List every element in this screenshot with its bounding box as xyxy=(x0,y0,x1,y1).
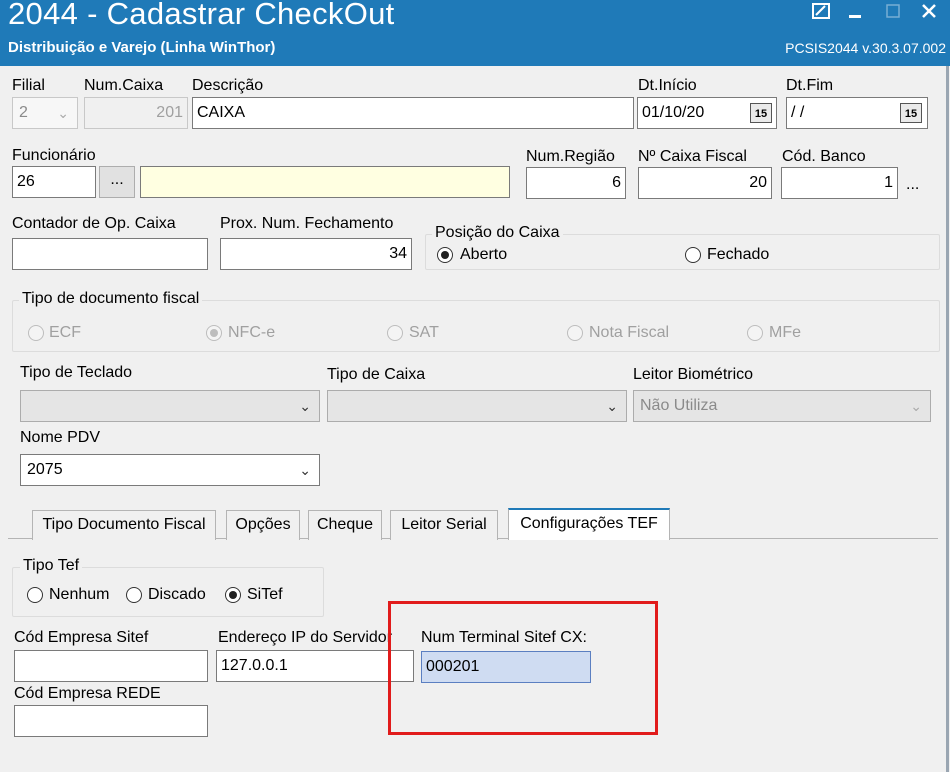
cod-empresa-sitef-label: Cód Empresa Sitef xyxy=(14,629,149,646)
discado-label[interactable]: Discado xyxy=(148,586,206,604)
num-regiao-label: Num.Região xyxy=(526,148,615,165)
dt-inicio-label: Dt.Início xyxy=(638,77,697,94)
aberto-radio[interactable] xyxy=(437,247,453,263)
chevron-down-icon: ⌄ xyxy=(910,398,922,414)
prox-num-fechamento-label: Prox. Num. Fechamento xyxy=(220,215,394,232)
num-caixa-field: 201 xyxy=(84,97,188,129)
endereco-ip-label: Endereço IP do Servidor xyxy=(218,629,393,646)
descricao-label: Descrição xyxy=(192,77,264,94)
fechado-label[interactable]: Fechado xyxy=(707,246,769,264)
funcionario-search-button[interactable]: ... xyxy=(99,166,135,198)
mfe-radio xyxy=(747,325,763,341)
tab-opcoes[interactable]: Opções xyxy=(226,510,300,540)
cod-empresa-rede-label: Cód Empresa REDE xyxy=(14,685,161,702)
calendar-icon[interactable]: 15 xyxy=(900,103,922,123)
tipo-teclado-label: Tipo de Teclado xyxy=(20,364,133,381)
tipo-caixa-select[interactable]: ⌄ xyxy=(327,390,627,422)
chevron-down-icon: ⌄ xyxy=(57,105,69,121)
num-regiao-field[interactable]: 6 xyxy=(526,167,626,199)
num-caixa-fiscal-field[interactable]: 20 xyxy=(638,167,772,199)
leitor-biometrico-value: Não Utiliza xyxy=(640,397,718,414)
nfce-label: NFC-e xyxy=(228,324,276,341)
prox-num-fechamento-field[interactable]: 34 xyxy=(220,238,412,270)
filial-value: 2 xyxy=(19,104,28,121)
dt-fim-value: / / xyxy=(791,104,805,121)
nfce-radio xyxy=(206,325,222,341)
sitef-radio[interactable] xyxy=(225,587,241,603)
cod-empresa-sitef-field[interactable] xyxy=(14,650,208,682)
descricao-field[interactable]: CAIXA xyxy=(192,97,634,129)
tipo-teclado-select[interactable]: ⌄ xyxy=(20,390,320,422)
maximize-icon xyxy=(880,2,906,24)
cod-banco-search-button[interactable]: ... xyxy=(906,176,919,194)
funcionario-name-field xyxy=(140,166,510,198)
minimize-icon[interactable] xyxy=(842,2,868,24)
nota-fiscal-radio xyxy=(567,325,583,341)
nenhum-radio[interactable] xyxy=(27,587,43,603)
dt-inicio-value: 01/10/20 xyxy=(642,104,705,121)
num-caixa-label: Num.Caixa xyxy=(84,77,164,94)
leitor-biometrico-label: Leitor Biométrico xyxy=(633,366,754,383)
cod-banco-field[interactable]: 1 xyxy=(781,167,898,199)
tipo-doc-fiscal-title: Tipo de documento fiscal xyxy=(19,290,203,308)
highlight-box xyxy=(388,601,658,735)
sat-label: SAT xyxy=(409,324,439,341)
tab-leitor-serial[interactable]: Leitor Serial xyxy=(390,510,498,540)
tab-tipo-documento-fiscal[interactable]: Tipo Documento Fiscal xyxy=(32,510,216,540)
nenhum-label[interactable]: Nenhum xyxy=(49,586,109,604)
tab-cheque[interactable]: Cheque xyxy=(308,510,382,540)
cod-empresa-rede-field[interactable] xyxy=(14,705,208,737)
ecf-radio xyxy=(28,325,44,341)
version-label: PCSIS2044 v.30.3.07.002 xyxy=(785,40,946,56)
leitor-biometrico-select: Não Utiliza ⌄ xyxy=(633,390,931,422)
num-caixa-fiscal-label: Nº Caixa Fiscal xyxy=(638,148,747,165)
contador-op-field[interactable] xyxy=(12,238,208,270)
calendar-icon[interactable]: 15 xyxy=(750,103,772,123)
funcionario-label: Funcionário xyxy=(12,147,96,164)
contador-op-label: Contador de Op. Caixa xyxy=(12,215,176,232)
filial-label: Filial xyxy=(12,77,45,94)
window-title: 2044 - Cadastrar CheckOut xyxy=(8,0,395,31)
posicao-caixa-title: Posição do Caixa xyxy=(432,224,563,242)
mfe-label: MFe xyxy=(769,324,801,341)
sat-radio xyxy=(387,325,403,341)
cod-banco-label: Cód. Banco xyxy=(782,148,866,165)
fechado-radio[interactable] xyxy=(685,247,701,263)
endereco-ip-field[interactable]: 127.0.0.1 xyxy=(216,650,414,682)
ecf-label: ECF xyxy=(49,324,81,341)
title-bar: 2044 - Cadastrar CheckOut Distribuição e… xyxy=(0,0,950,66)
aberto-label[interactable]: Aberto xyxy=(460,246,507,264)
nota-fiscal-label: Nota Fiscal xyxy=(589,324,670,341)
window-subtitle: Distribuição e Varejo (Linha WinThor) xyxy=(8,39,276,56)
restore-icon[interactable] xyxy=(808,2,834,24)
nome-pdv-value: 2075 xyxy=(27,461,63,478)
filial-select: 2 ⌄ xyxy=(12,97,78,129)
tipo-tef-title: Tipo Tef xyxy=(20,557,83,575)
sitef-label[interactable]: SiTef xyxy=(247,586,283,604)
discado-radio[interactable] xyxy=(126,587,142,603)
dt-fim-label: Dt.Fim xyxy=(786,77,834,94)
nome-pdv-select[interactable]: 2075 ⌄ xyxy=(20,454,320,486)
tab-configuracoes-tef[interactable]: Configurações TEF xyxy=(508,508,670,540)
chevron-down-icon: ⌄ xyxy=(299,462,311,478)
close-icon[interactable] xyxy=(916,2,942,24)
funcionario-field[interactable]: 26 xyxy=(12,166,96,198)
chevron-down-icon: ⌄ xyxy=(299,398,311,414)
tipo-caixa-label: Tipo de Caixa xyxy=(327,366,426,383)
chevron-down-icon: ⌄ xyxy=(606,398,618,414)
nome-pdv-label: Nome PDV xyxy=(20,429,101,446)
